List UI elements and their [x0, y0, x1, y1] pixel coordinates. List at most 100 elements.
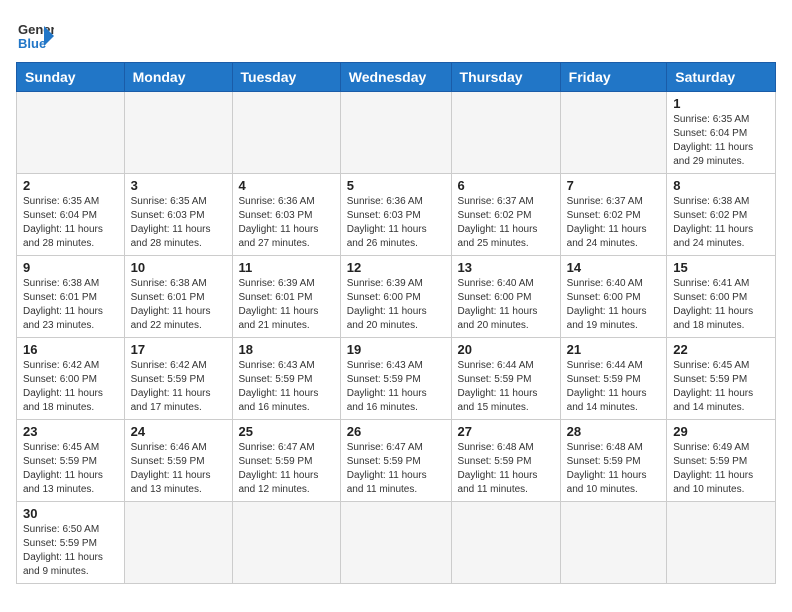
calendar-cell: 22Sunrise: 6:45 AM Sunset: 5:59 PM Dayli… — [667, 338, 776, 420]
calendar-cell — [232, 92, 340, 174]
day-info: Sunrise: 6:36 AM Sunset: 6:03 PM Dayligh… — [239, 195, 334, 251]
calendar-cell — [560, 502, 667, 584]
calendar-cell: 11Sunrise: 6:39 AM Sunset: 6:01 PM Dayli… — [232, 256, 340, 338]
calendar-cell — [667, 502, 776, 584]
calendar-cell: 26 Sunrise: 6:47 AM Sunset: 5:59 PM Dayli… — [340, 420, 451, 502]
day-info: Sunrise: 6:38 AM Sunset: 6:02 PM Dayligh… — [673, 195, 769, 251]
day-info: Sunrise: 6:42 AM Sunset: 6:00 PM Dayligh… — [23, 359, 118, 415]
day-info: Sunrise: 6:35 AM Sunset: 6:04 PM Dayligh… — [23, 195, 118, 251]
day-info: Sunrise: 6:36 AM Sunset: 6:03 PM Dayligh… — [347, 195, 445, 251]
day-number: 13 — [458, 260, 554, 275]
weekday-header-row: SundayMondayTuesdayWednesdayThursdayFrid… — [17, 63, 776, 92]
day-info: Sunrise: 6:37 AM Sunset: 6:02 PM Dayligh… — [458, 195, 554, 251]
day-number: 30 — [23, 506, 118, 521]
calendar-cell: 27 Sunrise: 6:48 AM Sunset: 5:59 PM Dayli… — [451, 420, 560, 502]
calendar-week-3: 9 Sunrise: 6:38 AM Sunset: 6:01 PM Daylig… — [17, 256, 776, 338]
calendar-cell: 20 Sunrise: 6:44 AM Sunset: 5:59 PM Dayli… — [451, 338, 560, 420]
calendar-cell: 5 Sunrise: 6:36 AM Sunset: 6:03 PM Daylig… — [340, 174, 451, 256]
calendar-cell: 30Sunrise: 6:50 AM Sunset: 5:59 PM Dayli… — [17, 502, 125, 584]
calendar-cell: 21Sunrise: 6:44 AM Sunset: 5:59 PM Dayli… — [560, 338, 667, 420]
day-info: Sunrise: 6:39 AM Sunset: 6:00 PM Dayligh… — [347, 277, 445, 333]
calendar-cell: 29Sunrise: 6:49 AM Sunset: 5:59 PM Dayli… — [667, 420, 776, 502]
weekday-header-monday: Monday — [124, 63, 232, 92]
day-number: 10 — [131, 260, 226, 275]
day-info: Sunrise: 6:40 AM Sunset: 6:00 PM Dayligh… — [567, 277, 661, 333]
day-info: Sunrise: 6:41 AM Sunset: 6:00 PM Dayligh… — [673, 277, 769, 333]
calendar-cell: 1Sunrise: 6:35 AM Sunset: 6:04 PM Daylig… — [667, 92, 776, 174]
day-number: 28 — [567, 424, 661, 439]
logo: General Blue — [16, 16, 54, 54]
calendar-cell: 12 Sunrise: 6:39 AM Sunset: 6:00 PM Dayli… — [340, 256, 451, 338]
calendar-cell: 4Sunrise: 6:36 AM Sunset: 6:03 PM Daylig… — [232, 174, 340, 256]
day-info: Sunrise: 6:45 AM Sunset: 5:59 PM Dayligh… — [23, 441, 118, 497]
weekday-header-wednesday: Wednesday — [340, 63, 451, 92]
calendar-cell: 28 Sunrise: 6:48 AM Sunset: 5:59 PM Dayli… — [560, 420, 667, 502]
day-number: 7 — [567, 178, 661, 193]
header: General Blue — [16, 16, 776, 54]
calendar-week-4: 16 Sunrise: 6:42 AM Sunset: 6:00 PM Dayli… — [17, 338, 776, 420]
day-number: 6 — [458, 178, 554, 193]
calendar-cell: 17 Sunrise: 6:42 AM Sunset: 5:59 PM Dayli… — [124, 338, 232, 420]
day-info: Sunrise: 6:44 AM Sunset: 5:59 PM Dayligh… — [458, 359, 554, 415]
day-info: Sunrise: 6:47 AM Sunset: 5:59 PM Dayligh… — [239, 441, 334, 497]
calendar-cell: 13 Sunrise: 6:40 AM Sunset: 6:00 PM Dayli… — [451, 256, 560, 338]
calendar-cell — [124, 92, 232, 174]
calendar-cell — [340, 92, 451, 174]
day-info: Sunrise: 6:43 AM Sunset: 5:59 PM Dayligh… — [239, 359, 334, 415]
day-number: 19 — [347, 342, 445, 357]
calendar-cell — [560, 92, 667, 174]
day-info: Sunrise: 6:38 AM Sunset: 6:01 PM Dayligh… — [131, 277, 226, 333]
day-number: 21 — [567, 342, 661, 357]
day-info: Sunrise: 6:48 AM Sunset: 5:59 PM Dayligh… — [458, 441, 554, 497]
calendar-cell — [17, 92, 125, 174]
calendar-cell: 10 Sunrise: 6:38 AM Sunset: 6:01 PM Dayli… — [124, 256, 232, 338]
day-info: Sunrise: 6:49 AM Sunset: 5:59 PM Dayligh… — [673, 441, 769, 497]
day-number: 12 — [347, 260, 445, 275]
day-info: Sunrise: 6:40 AM Sunset: 6:00 PM Dayligh… — [458, 277, 554, 333]
calendar-cell — [340, 502, 451, 584]
day-number: 18 — [239, 342, 334, 357]
calendar-cell: 19Sunrise: 6:43 AM Sunset: 5:59 PM Dayli… — [340, 338, 451, 420]
day-number: 23 — [23, 424, 118, 439]
day-number: 16 — [23, 342, 118, 357]
day-number: 5 — [347, 178, 445, 193]
day-number: 14 — [567, 260, 661, 275]
calendar-cell — [451, 92, 560, 174]
calendar-cell: 25 Sunrise: 6:47 AM Sunset: 5:59 PM Dayli… — [232, 420, 340, 502]
calendar-cell: 3 Sunrise: 6:35 AM Sunset: 6:03 PM Daylig… — [124, 174, 232, 256]
day-number: 26 — [347, 424, 445, 439]
calendar-cell — [232, 502, 340, 584]
day-number: 17 — [131, 342, 226, 357]
calendar-cell: 16 Sunrise: 6:42 AM Sunset: 6:00 PM Dayli… — [17, 338, 125, 420]
day-info: Sunrise: 6:42 AM Sunset: 5:59 PM Dayligh… — [131, 359, 226, 415]
day-number: 22 — [673, 342, 769, 357]
calendar-table: SundayMondayTuesdayWednesdayThursdayFrid… — [16, 62, 776, 584]
calendar-week-1: 1Sunrise: 6:35 AM Sunset: 6:04 PM Daylig… — [17, 92, 776, 174]
day-info: Sunrise: 6:38 AM Sunset: 6:01 PM Dayligh… — [23, 277, 118, 333]
day-number: 11 — [239, 260, 334, 275]
day-info: Sunrise: 6:35 AM Sunset: 6:03 PM Dayligh… — [131, 195, 226, 251]
day-info: Sunrise: 6:47 AM Sunset: 5:59 PM Dayligh… — [347, 441, 445, 497]
day-number: 15 — [673, 260, 769, 275]
svg-text:Blue: Blue — [18, 36, 46, 51]
day-number: 27 — [458, 424, 554, 439]
weekday-header-friday: Friday — [560, 63, 667, 92]
calendar-cell: 23 Sunrise: 6:45 AM Sunset: 5:59 PM Dayli… — [17, 420, 125, 502]
day-info: Sunrise: 6:46 AM Sunset: 5:59 PM Dayligh… — [131, 441, 226, 497]
weekday-header-thursday: Thursday — [451, 63, 560, 92]
calendar-cell: 24Sunrise: 6:46 AM Sunset: 5:59 PM Dayli… — [124, 420, 232, 502]
calendar-cell — [124, 502, 232, 584]
calendar-cell: 15 Sunrise: 6:41 AM Sunset: 6:00 PM Dayli… — [667, 256, 776, 338]
day-info: Sunrise: 6:37 AM Sunset: 6:02 PM Dayligh… — [567, 195, 661, 251]
day-number: 20 — [458, 342, 554, 357]
calendar-cell: 9 Sunrise: 6:38 AM Sunset: 6:01 PM Daylig… — [17, 256, 125, 338]
day-number: 25 — [239, 424, 334, 439]
weekday-header-tuesday: Tuesday — [232, 63, 340, 92]
logo-icon: General Blue — [16, 16, 54, 54]
calendar-cell: 7 Sunrise: 6:37 AM Sunset: 6:02 PM Daylig… — [560, 174, 667, 256]
day-number: 9 — [23, 260, 118, 275]
day-number: 3 — [131, 178, 226, 193]
day-info: Sunrise: 6:48 AM Sunset: 5:59 PM Dayligh… — [567, 441, 661, 497]
day-number: 2 — [23, 178, 118, 193]
calendar-cell: 2 Sunrise: 6:35 AM Sunset: 6:04 PM Daylig… — [17, 174, 125, 256]
